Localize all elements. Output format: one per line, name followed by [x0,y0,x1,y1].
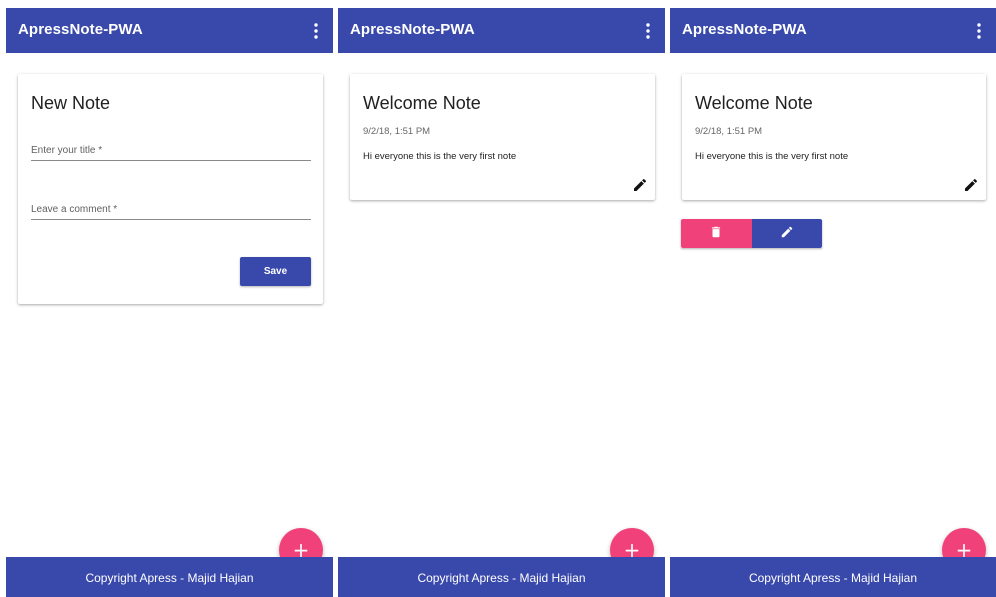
note-body: Hi everyone this is the very first note [695,151,849,162]
note-actions [681,219,822,248]
screen-note-actions: ApressNote-PWA Welcome Note 9/2/18, 1:51… [670,8,996,597]
note-date: 9/2/18, 1:51 PM [695,126,763,137]
footer-copyright: Copyright Apress - Majid Hajian [417,571,586,585]
card-title: New Note [31,93,111,113]
pencil-icon[interactable] [963,177,979,193]
note-card[interactable]: Welcome Note 9/2/18, 1:51 PM Hi everyone… [350,74,655,200]
footer: Copyright Apress - Majid Hajian [670,557,996,597]
note-title: Welcome Note [695,93,813,113]
title-input[interactable] [31,141,311,160]
title-field [31,140,311,161]
note-date: 9/2/18, 1:51 PM [363,126,431,137]
footer: Copyright Apress - Majid Hajian [6,557,333,597]
comment-input[interactable] [31,200,311,219]
screen-new-note: ApressNote-PWA New Note Save + Copyright… [6,8,333,597]
more-vert-icon[interactable] [309,20,323,42]
more-vert-icon[interactable] [972,20,986,42]
more-vert-icon[interactable] [641,20,655,42]
footer: Copyright Apress - Majid Hajian [338,557,665,597]
pencil-icon [780,225,794,242]
app-toolbar: ApressNote-PWA [670,8,996,53]
app-title: ApressNote-PWA [682,21,807,38]
footer-copyright: Copyright Apress - Majid Hajian [748,571,918,585]
note-card[interactable]: Welcome Note 9/2/18, 1:51 PM Hi everyone… [682,74,986,200]
new-note-card: New Note Save [18,74,323,304]
app-toolbar: ApressNote-PWA [338,8,665,53]
save-button[interactable]: Save [240,257,311,286]
app-toolbar: ApressNote-PWA [6,8,333,53]
delete-note-button[interactable] [681,219,752,248]
pencil-icon[interactable] [632,177,648,193]
screen-note-list: ApressNote-PWA Welcome Note 9/2/18, 1:51… [338,8,665,597]
comment-field [31,199,311,220]
app-title: ApressNote-PWA [350,21,475,38]
note-title: Welcome Note [363,93,481,113]
trash-icon [709,225,723,242]
app-title: ApressNote-PWA [18,21,143,38]
edit-note-button[interactable] [751,219,822,248]
note-body: Hi everyone this is the very first note [363,151,517,162]
footer-copyright: Copyright Apress - Majid Hajian [85,571,254,585]
